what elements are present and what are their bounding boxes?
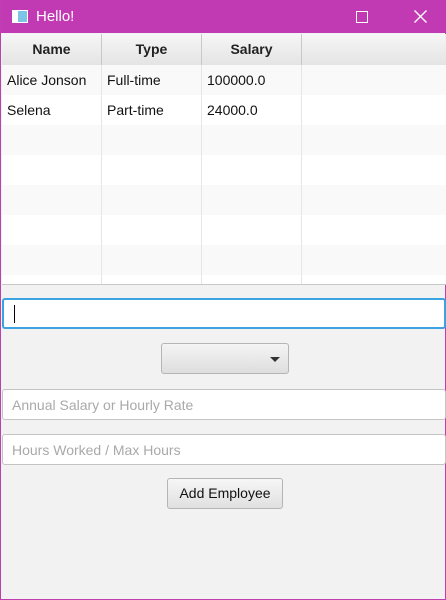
app-window: Hello! Name Type Salary Alice Jonson Ful… [0,0,446,600]
employee-type-dropdown[interactable] [161,343,289,374]
cell-type: Part-time [102,95,202,125]
empty-row [2,155,446,185]
empty-row [2,245,446,275]
hours-field-box[interactable] [2,434,446,465]
employee-table[interactable]: Name Type Salary Alice Jonson Full-time … [2,34,446,285]
salary-field-box[interactable] [2,389,446,420]
table-row[interactable]: Selena Part-time 24000.0 [2,95,446,125]
window-title: Hello! [36,8,75,25]
column-header-name[interactable]: Name [2,34,102,65]
empty-row [2,215,446,245]
table-row[interactable]: Alice Jonson Full-time 100000.0 [2,65,446,95]
empty-row [2,185,446,215]
close-button[interactable] [397,0,443,33]
text-caret [14,305,15,323]
column-header-type[interactable]: Type [102,34,202,65]
hours-input[interactable] [3,435,432,464]
cell-filler [302,95,446,125]
empty-row [2,125,446,155]
cell-type: Full-time [102,65,202,95]
table-header: Name Type Salary [2,34,446,66]
close-icon [414,10,427,23]
cell-name: Alice Jonson [2,65,102,95]
title-bar[interactable]: Hello! [1,0,446,33]
cell-name: Selena [2,95,102,125]
cell-salary: 24000.0 [202,95,302,125]
salary-input[interactable] [3,390,432,419]
empty-row [2,275,446,284]
column-header-salary[interactable]: Salary [202,34,302,65]
window-app-icon [12,10,28,23]
maximize-button[interactable] [338,0,384,33]
cell-salary: 100000.0 [202,65,302,95]
name-input[interactable] [2,298,446,329]
column-header-filler [302,34,446,65]
add-employee-button[interactable]: Add Employee [167,478,283,509]
cell-filler [302,65,446,95]
chevron-down-icon [270,357,280,362]
